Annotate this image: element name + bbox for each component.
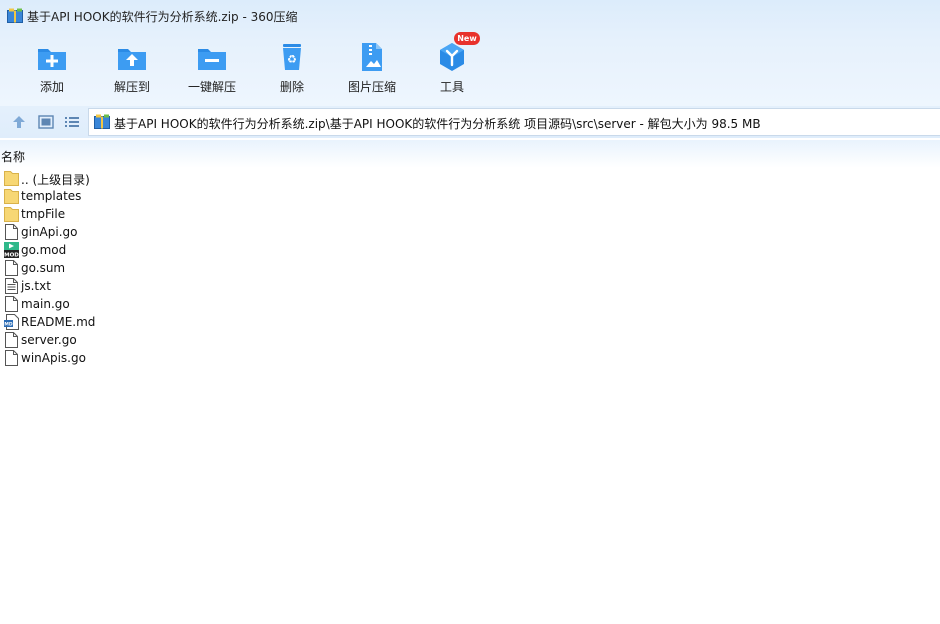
list-item[interactable]: MOD go.mod	[0, 241, 940, 259]
extract-to-icon	[118, 49, 146, 70]
file-name: server.go	[21, 333, 77, 347]
extract-to-label: 解压到	[113, 80, 150, 94]
extract-to-button[interactable]: 解压到	[92, 36, 172, 100]
add-folder-icon	[38, 49, 66, 70]
list-item[interactable]: js.txt	[0, 277, 940, 295]
list-item-parent-dir[interactable]: .. (上级目录)	[0, 169, 940, 187]
tools-label: 工具	[439, 80, 464, 94]
blank-file-icon	[5, 260, 18, 276]
list-item[interactable]: templates	[0, 187, 940, 205]
blank-file-icon	[5, 224, 18, 240]
delete-button[interactable]: ♻ 删除	[252, 36, 332, 100]
thumbnail-view-icon[interactable]	[37, 113, 55, 131]
one-click-extract-button[interactable]: 一键解压	[172, 36, 252, 100]
toolbar: 添加 解压到 一键解压 ♻ 删除 图片压缩 工具	[0, 36, 940, 100]
list-item[interactable]: ginApi.go	[0, 223, 940, 241]
list-item[interactable]: main.go	[0, 295, 940, 313]
address-row: 基于API HOOK的软件行为分析系统.zip\基于API HOOK的软件行为分…	[0, 106, 940, 138]
file-name: tmpFile	[21, 207, 66, 221]
image-compress-button[interactable]: 图片压缩	[332, 36, 412, 100]
svg-text:♻: ♻	[287, 53, 297, 66]
add-button[interactable]: 添加	[12, 36, 92, 100]
file-name: winApis.go	[21, 351, 86, 365]
address-bar[interactable]: 基于API HOOK的软件行为分析系统.zip\基于API HOOK的软件行为分…	[88, 108, 940, 136]
app-window: 基于API HOOK的软件行为分析系统.zip - 360压缩 添加 解压到 一…	[0, 0, 940, 624]
blank-file-icon	[5, 350, 18, 366]
list-item[interactable]: go.sum	[0, 259, 940, 277]
tools-cube-icon	[440, 43, 464, 71]
file-name: main.go	[21, 297, 70, 311]
column-header: 名称	[0, 140, 940, 168]
list-item[interactable]: MD README.md	[0, 313, 940, 331]
new-badge: New	[454, 32, 480, 45]
title-bar: 基于API HOOK的软件行为分析系统.zip - 360压缩	[0, 0, 940, 32]
file-name: .. (上级目录)	[21, 173, 90, 187]
svg-text:MOD: MOD	[4, 253, 19, 259]
list-view-icon[interactable]	[63, 113, 81, 131]
file-name: js.txt	[21, 279, 51, 293]
folder-icon	[4, 171, 19, 186]
folder-icon	[4, 207, 19, 222]
up-arrow-icon[interactable]	[10, 113, 28, 131]
list-item[interactable]: winApis.go	[0, 349, 940, 367]
zip-archive-icon	[7, 8, 23, 23]
top-area: 基于API HOOK的软件行为分析系统.zip - 360压缩 添加 解压到 一…	[0, 0, 940, 106]
list-item[interactable]: tmpFile	[0, 205, 940, 223]
file-name: templates	[21, 189, 82, 203]
svg-text:MD: MD	[4, 322, 12, 328]
file-name: README.md	[21, 315, 96, 329]
window-title: 基于API HOOK的软件行为分析系统.zip - 360压缩	[27, 10, 298, 24]
blank-file-icon	[5, 332, 18, 348]
folder-icon	[4, 189, 19, 204]
one-click-extract-label: 一键解压	[187, 80, 236, 94]
image-compress-label: 图片压缩	[347, 80, 396, 94]
delete-label: 删除	[279, 80, 304, 94]
file-name: go.sum	[21, 261, 66, 275]
list-item[interactable]: server.go	[0, 331, 940, 349]
markdown-file-icon: MD	[4, 314, 19, 330]
file-list: .. (上级目录) templates tmpFile ginApi.go MO…	[0, 169, 940, 367]
recycle-bin-icon: ♻	[283, 44, 301, 70]
blank-file-icon	[5, 296, 18, 312]
tools-button[interactable]: 工具	[412, 36, 492, 100]
zip-archive-icon	[94, 114, 110, 129]
image-compress-icon	[362, 43, 382, 71]
name-column-header[interactable]: 名称	[1, 148, 25, 165]
file-name: ginApi.go	[21, 225, 78, 239]
address-path: 基于API HOOK的软件行为分析系统.zip\基于API HOOK的软件行为分…	[114, 117, 761, 131]
mod-file-icon: MOD	[4, 242, 19, 258]
text-file-icon	[5, 278, 18, 294]
add-label: 添加	[39, 80, 64, 94]
file-name: go.mod	[21, 243, 67, 257]
one-click-extract-icon	[198, 49, 226, 70]
